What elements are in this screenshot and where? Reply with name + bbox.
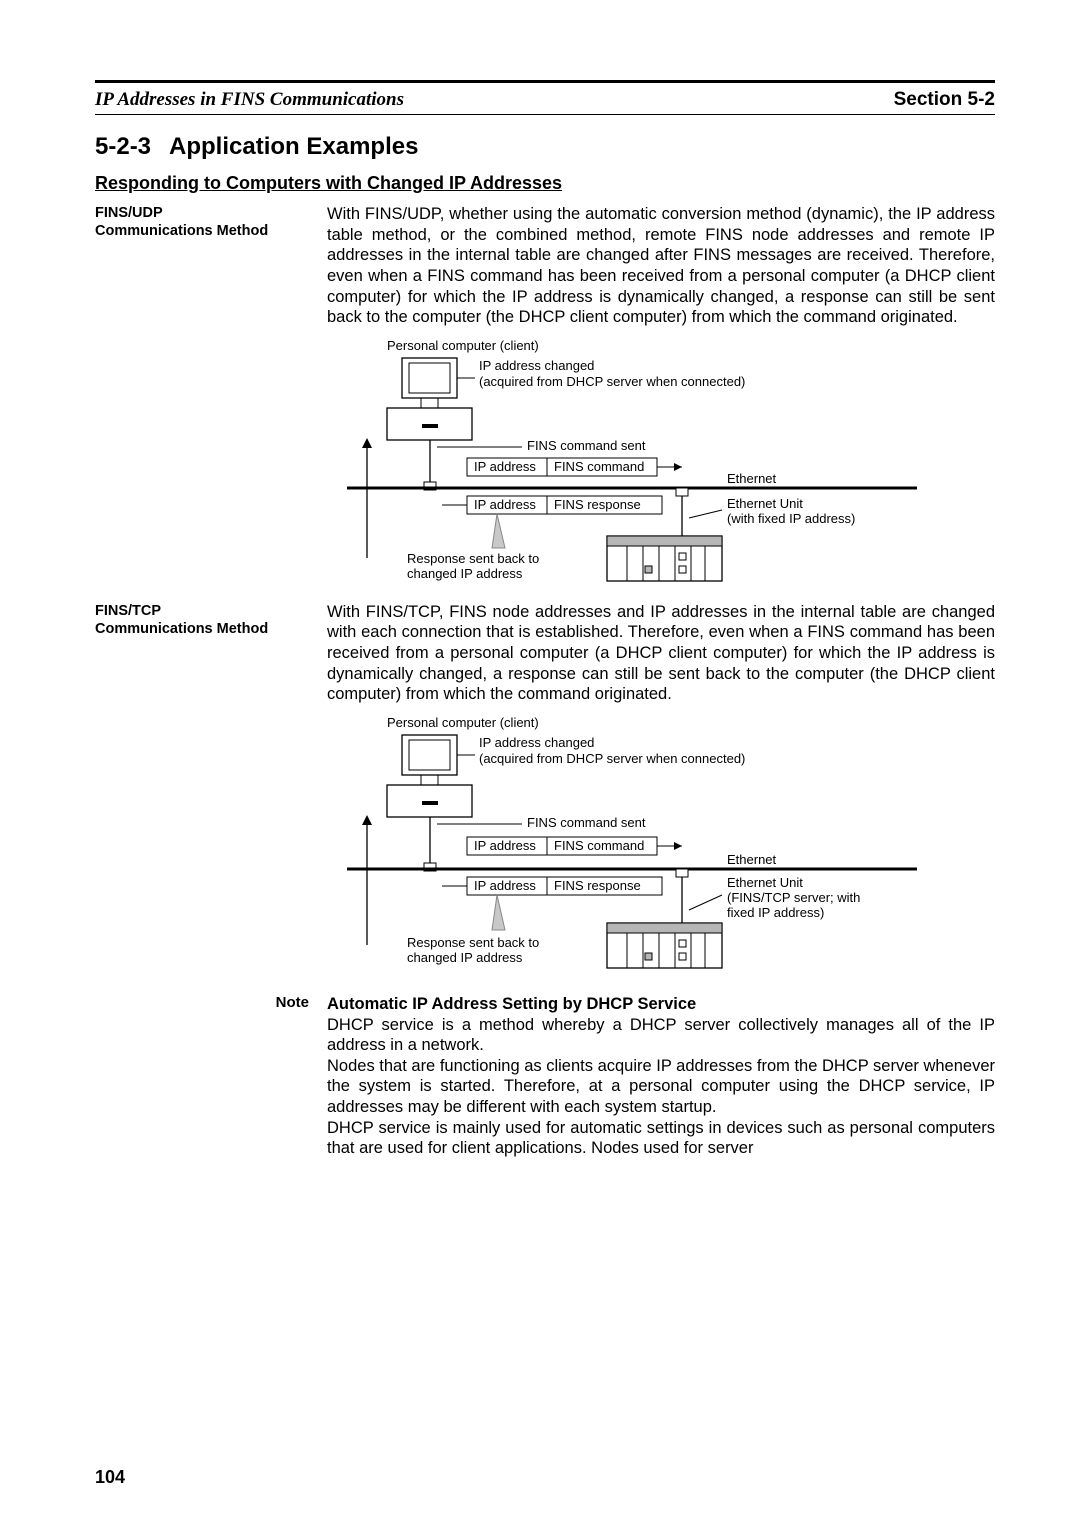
label-line: Communications Method xyxy=(95,621,268,637)
svg-text:FINS command: FINS command xyxy=(554,459,644,474)
pc-screen-icon xyxy=(409,363,450,393)
diagram-tcp: Personal computer (client) IP address ch… xyxy=(327,715,995,980)
arrow-up-icon xyxy=(362,815,372,825)
header-right: Section 5-2 xyxy=(894,89,995,111)
section-heading: 5-2-3 Application Examples xyxy=(95,133,995,161)
note-p3: DHCP service is mainly used for automati… xyxy=(327,1119,995,1158)
note-p1: DHCP service is a method whereby a DHCP … xyxy=(327,1016,995,1055)
ip-changed-l2: (acquired from DHCP server when connecte… xyxy=(479,374,745,389)
cmd-sent-label: FINS command sent xyxy=(527,438,646,453)
header-left: IP Addresses in FINS Communications xyxy=(95,89,404,111)
fins-udp-label: FINS/UDP Communications Method xyxy=(95,204,313,328)
fins-tcp-label: FINS/TCP Communications Method xyxy=(95,602,313,705)
note-p2: Nodes that are functioning as clients ac… xyxy=(327,1057,995,1116)
svg-text:IP address: IP address xyxy=(474,497,536,512)
note-body: Automatic IP Address Setting by DHCP Ser… xyxy=(327,994,995,1159)
resp-box-group: IP address FINS response xyxy=(467,877,662,895)
svg-text:IP address: IP address xyxy=(474,838,536,853)
svg-text:FINS command: FINS command xyxy=(554,838,644,853)
resp-l2: changed IP address xyxy=(407,950,523,965)
eth-unit-l3: fixed IP address) xyxy=(727,905,824,920)
resp-l1: Response sent back to xyxy=(407,551,539,566)
pc-label: Personal computer (client) xyxy=(387,715,539,730)
pc-monitor-icon xyxy=(402,358,457,398)
eth-unit-l2: (with fixed IP address) xyxy=(727,511,855,526)
pc-slot-icon xyxy=(422,424,438,428)
page-number: 104 xyxy=(95,1467,125,1488)
svg-text:IP address: IP address xyxy=(474,878,536,893)
cmd-box-group: IP address FINS command xyxy=(467,837,657,855)
ethernet-label: Ethernet xyxy=(727,471,777,486)
ethernet-label: Ethernet xyxy=(727,852,777,867)
pc-screen-icon xyxy=(409,740,450,770)
ip-changed-l1: IP address changed xyxy=(479,735,594,750)
svg-text:FINS response: FINS response xyxy=(554,878,641,893)
fins-tcp-block: FINS/TCP Communications Method With FINS… xyxy=(95,602,995,705)
fins-tcp-body: With FINS/TCP, FINS node addresses and I… xyxy=(327,602,995,705)
fins-udp-body: With FINS/UDP, whether using the automat… xyxy=(327,204,995,328)
label-line: Communications Method xyxy=(95,223,268,239)
callout-icon xyxy=(492,514,505,548)
pc-monitor-icon xyxy=(402,735,457,775)
label-line: FINS/UDP xyxy=(95,205,163,221)
plc-device-icon xyxy=(607,923,722,968)
note-block: Note Automatic IP Address Setting by DHC… xyxy=(95,994,995,1159)
diagram-udp: Personal computer (client) IP address ch… xyxy=(327,338,995,588)
eth-unit-l1: Ethernet Unit xyxy=(727,496,803,511)
plc-device-icon xyxy=(607,536,722,581)
resp-box-group: IP address FINS response xyxy=(467,496,662,514)
cmd-box-group: IP address FINS command xyxy=(467,458,657,476)
ip-changed-l1: IP address changed xyxy=(479,358,594,373)
callout-icon xyxy=(492,895,505,930)
fins-udp-block: FINS/UDP Communications Method With FINS… xyxy=(95,204,995,328)
section-number: 5-2-3 xyxy=(95,133,151,160)
cmd-sent-label: FINS command sent xyxy=(527,815,646,830)
svg-text:IP address: IP address xyxy=(474,459,536,474)
svg-text:FINS response: FINS response xyxy=(554,497,641,512)
note-label: Note xyxy=(95,994,313,1159)
ip-changed-l2: (acquired from DHCP server when connecte… xyxy=(479,751,745,766)
subsection-heading: Responding to Computers with Changed IP … xyxy=(95,173,995,194)
pc-slot-icon xyxy=(422,801,438,805)
label-line: FINS/TCP xyxy=(95,603,161,619)
eth-unit-l2: (FINS/TCP server; with xyxy=(727,890,860,905)
top-rule xyxy=(95,80,995,83)
resp-l1: Response sent back to xyxy=(407,935,539,950)
eth-unit-l1: Ethernet Unit xyxy=(727,875,803,890)
section-title: Application Examples xyxy=(169,133,418,160)
resp-l2: changed IP address xyxy=(407,566,523,581)
page: IP Addresses in FINS Communications Sect… xyxy=(0,0,1080,1528)
arrow-up-icon xyxy=(362,438,372,448)
note-title: Automatic IP Address Setting by DHCP Ser… xyxy=(327,995,696,1013)
running-header: IP Addresses in FINS Communications Sect… xyxy=(95,89,995,115)
pc-label: Personal computer (client) xyxy=(387,338,539,353)
